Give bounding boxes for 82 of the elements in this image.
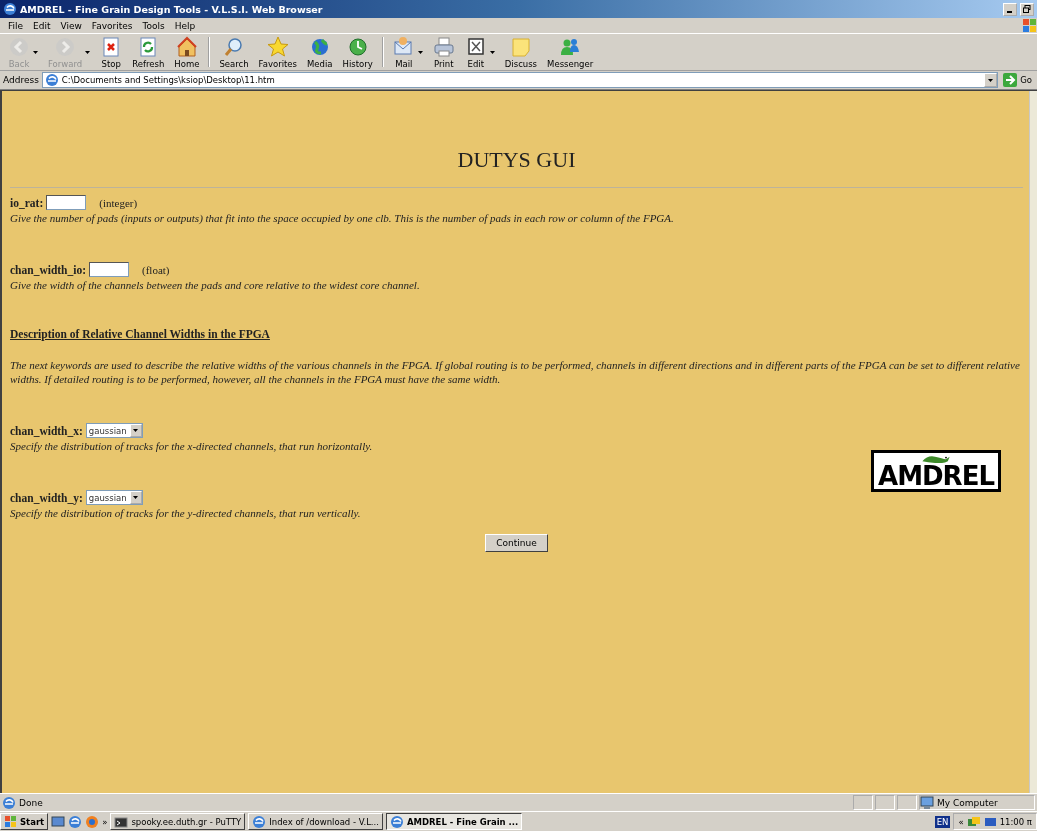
dropdown[interactable]: gaussian	[85, 423, 143, 438]
language-indicator[interactable]: EN	[934, 815, 951, 828]
windows-logo-icon	[1021, 18, 1037, 33]
tray-expand-button[interactable]: «	[958, 816, 964, 827]
mail-button[interactable]: Mail	[388, 34, 427, 70]
type-hint: (integer)	[99, 196, 138, 209]
browser-icon	[390, 814, 404, 829]
status-text: Done	[19, 797, 43, 808]
windows-logo-icon	[4, 815, 17, 828]
monitor-icon[interactable]	[983, 815, 997, 828]
type-hint: (float)	[142, 263, 170, 276]
envelope-icon	[392, 35, 415, 58]
page-icon	[2, 795, 16, 810]
taskbar-button[interactable]: spooky.ee.duth.gr - PuTTY	[110, 813, 246, 830]
star-icon	[266, 35, 289, 58]
minimize-button[interactable]	[1003, 2, 1017, 16]
search-button[interactable]: Search	[215, 34, 253, 70]
menu-item[interactable]: File	[3, 20, 29, 31]
dropdown[interactable]: gaussian	[85, 490, 143, 505]
address-field[interactable]: C:\Documents and Settings\ksiop\Desktop\11.htm	[41, 72, 999, 88]
browser-icon	[252, 814, 267, 829]
stop-button[interactable]: Stop	[96, 34, 127, 70]
discuss-button[interactable]: Discuss	[500, 34, 542, 70]
page-heading: DUTYS GUI	[456, 147, 577, 173]
favorites-button[interactable]: Favorites	[254, 34, 301, 70]
note-icon	[509, 35, 532, 58]
field-label: chan_width_y:	[10, 491, 83, 504]
arrow-right-icon	[1003, 73, 1018, 87]
field-description: Give the width of the channels between the pads and core relative to the widest core channel.	[10, 278, 421, 292]
media-player-icon[interactable]	[85, 814, 100, 829]
network-icon[interactable]	[966, 815, 981, 828]
media-button[interactable]: Media	[303, 34, 337, 70]
logo-text: AMDREL	[878, 463, 994, 489]
desktop-icon[interactable]	[51, 814, 66, 829]
address-label: Address	[3, 75, 39, 85]
text-input-field[interactable]	[89, 262, 130, 277]
restore-icon	[1023, 5, 1031, 13]
terminal-icon	[114, 814, 129, 829]
clock: 11:00 π	[999, 816, 1032, 827]
history-button[interactable]: History	[338, 34, 377, 70]
search-icon	[223, 35, 245, 58]
section-heading: Description of Relative Channel Widths in the FPGA	[10, 328, 271, 340]
messenger-button[interactable]: Messenger	[543, 34, 598, 70]
menu-item[interactable]: Help	[169, 20, 201, 31]
menu-item[interactable]: Favorites	[86, 20, 138, 31]
more-button[interactable]: »	[102, 816, 108, 827]
dropdown-button[interactable]	[984, 73, 998, 87]
go-button[interactable]: Go	[1001, 73, 1034, 87]
field-label: chan_width_x:	[10, 424, 83, 437]
window-title: AMDREL - Fine Grain Design Tools - V.L.S.I. Web Browser	[20, 3, 324, 15]
print-button[interactable]: Print	[428, 34, 459, 70]
taskbar-button[interactable]: Index of /download - V.L...	[248, 813, 383, 830]
caret-icon	[133, 496, 139, 499]
restore-button[interactable]	[1020, 2, 1034, 16]
computer-icon	[920, 795, 934, 810]
start-button[interactable]: Start	[0, 813, 49, 830]
section-paragraph: The next keywords are used to describe the relative widths of the various channels in the FPGA. If global routing is to be performed, channels in different directions and in different parts of the FPGA can be set to different relative widths. If detailed routing is to be performed, however, all the channels in the FPGA must have the same width.	[10, 358, 1021, 386]
taskbar-button[interactable]: AMDREL - Fine Grain ...	[386, 813, 523, 830]
edit-button[interactable]: Edit	[460, 34, 499, 70]
caret-icon	[988, 78, 994, 82]
field-description: Give the number of pads (inputs or outputs) that fit into the space occupied by one clb. This is the number of pads in each row or column of the FPGA.	[10, 211, 675, 225]
browser-icon[interactable]	[68, 814, 83, 829]
history-icon	[346, 35, 369, 58]
field-label: chan_width_io:	[10, 263, 87, 276]
browser-icon	[3, 2, 17, 16]
refresh-button[interactable]: Refresh	[128, 34, 169, 70]
printer-icon	[432, 35, 455, 58]
continue-button[interactable]: Continue	[485, 534, 548, 552]
caret-icon	[133, 429, 139, 432]
caret-icon[interactable]	[417, 50, 423, 54]
field-label: io_rat:	[10, 196, 44, 209]
caret-icon[interactable]	[489, 50, 495, 54]
menu-item[interactable]: View	[55, 20, 87, 31]
house-icon	[175, 35, 198, 58]
zone-panel: My Computer	[919, 795, 1035, 810]
field-description: Specify the distribution of tracks for the y-directed channels, that run vertically.	[10, 506, 362, 520]
page-icon	[44, 73, 59, 87]
menu-item[interactable]: Edit	[28, 20, 56, 31]
home-button[interactable]: Home	[170, 34, 204, 70]
field-description: Specify the distribution of tracks for the x-directed channels, that run horizontally.	[10, 439, 374, 453]
menu-item[interactable]: Tools	[137, 20, 170, 31]
text-input-field[interactable]	[46, 195, 87, 210]
